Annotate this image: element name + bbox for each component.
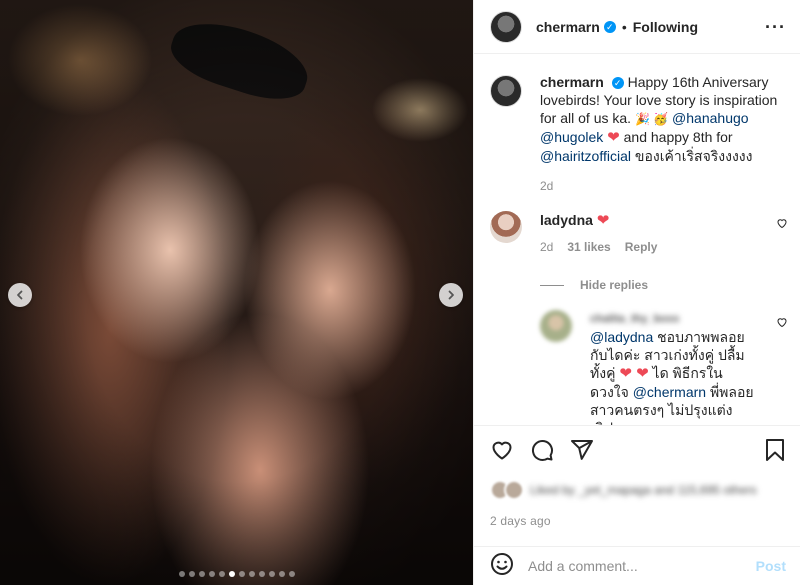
replier-username-blurred[interactable]: chalita_thy_boss (590, 310, 760, 328)
heart-icon[interactable] (490, 438, 514, 467)
verified-badge-icon: ✓ (603, 20, 616, 33)
caption-mention[interactable]: @hairitzofficial (540, 148, 631, 164)
carousel-dot (178, 571, 185, 577)
reply-item: chalita_thy_boss @ladydna ชอบภาพพลอยกับไ… (474, 310, 800, 425)
share-icon[interactable] (570, 438, 594, 467)
action-icons (490, 434, 786, 470)
heart-emoji: ❤ (596, 212, 610, 229)
carousel-dot (218, 571, 225, 577)
author-avatar[interactable] (490, 10, 522, 43)
carousel-dot (288, 571, 295, 577)
comment-like-heart-icon[interactable] (776, 217, 788, 232)
carousel-next-button[interactable] (439, 283, 463, 307)
caption-body: chermarn ✓ Happy 16th Aniversary lovebir… (540, 73, 780, 195)
likes-text-blurred[interactable]: Liked by _yet_mapaga and 115,695 others (530, 483, 757, 498)
carousel-dot (208, 571, 215, 577)
reply-body: chalita_thy_boss @ladydna ชอบภาพพลอยกับไ… (590, 310, 760, 425)
post-header: chermarn ✓ • Following ··· (474, 0, 800, 54)
bookmark-icon[interactable] (764, 438, 786, 467)
photo-vignette (0, 0, 473, 585)
verified-badge-icon: ✓ (611, 77, 624, 89)
caption-avatar[interactable] (490, 75, 522, 107)
post-comment-button[interactable]: Post (756, 558, 786, 574)
caption-mention[interactable]: @hanahugo (672, 110, 749, 126)
caption-text: ของเค้าเริ่สจริงงงงง (634, 148, 753, 164)
commenter-avatar[interactable] (490, 211, 522, 243)
comment-likes-count[interactable]: 31 likes (567, 238, 610, 256)
carousel-dot (278, 571, 285, 577)
post-timestamp[interactable]: 2 days ago (490, 514, 786, 528)
hide-replies-button[interactable]: Hide replies (540, 278, 800, 292)
more-horizontal-icon[interactable]: ··· (765, 18, 786, 36)
commenter-username[interactable]: ladydna (540, 212, 593, 228)
caption-mention[interactable]: @hugolek (540, 129, 603, 145)
author-username[interactable]: chermarn (536, 19, 600, 35)
comment-icon[interactable] (530, 438, 554, 467)
carousel-dot (258, 571, 265, 577)
chevron-left-icon (17, 290, 23, 300)
reply-button[interactable]: Reply (625, 238, 658, 256)
post-photo[interactable] (0, 0, 473, 585)
comment-item: ladydna ❤ 2d 31 likes Reply (474, 211, 800, 256)
likes-summary[interactable]: Liked by _yet_mapaga and 115,695 others (490, 480, 786, 500)
follow-status-button[interactable]: Following (633, 19, 698, 35)
caption-timestamp[interactable]: 2d (540, 177, 780, 195)
replier-avatar[interactable] (540, 310, 572, 342)
post-side-panel: chermarn ✓ • Following ··· chermarn ✓ Ha… (473, 0, 800, 585)
carousel-dot (268, 571, 275, 577)
carousel-indicator (0, 571, 473, 577)
header-separator: • (621, 18, 627, 35)
reply-mention[interactable]: @chermarn (633, 384, 706, 400)
carousel-dot (238, 571, 245, 577)
carousel-dot (188, 571, 195, 577)
heart-emojis: ❤ ❤ (619, 365, 649, 382)
liker-avatar (504, 480, 524, 500)
caption-emojis: 🎉 🥳 (634, 112, 669, 126)
carousel-dot (248, 571, 255, 577)
reply-mention[interactable]: @ladydna (590, 329, 653, 345)
reply-like-heart-icon[interactable] (776, 316, 788, 331)
chevron-right-icon (448, 290, 454, 300)
caption-text: and happy 8th for (623, 129, 733, 145)
comments-area[interactable]: chermarn ✓ Happy 16th Aniversary lovebir… (474, 55, 800, 425)
add-comment-bar: Post (474, 546, 800, 585)
post-caption: chermarn ✓ Happy 16th Aniversary lovebir… (474, 55, 800, 195)
carousel-dot (228, 571, 235, 577)
caption-username[interactable]: chermarn (540, 74, 604, 90)
post-actions: Liked by _yet_mapaga and 115,695 others … (474, 425, 800, 528)
comment-body: ladydna ❤ 2d 31 likes Reply (540, 211, 760, 256)
hide-replies-line (540, 284, 564, 286)
liker-avatars (490, 480, 524, 500)
comment-meta: 2d 31 likes Reply (540, 238, 760, 256)
carousel-prev-button[interactable] (8, 283, 32, 307)
hide-replies-label: Hide replies (580, 278, 649, 292)
comment-timestamp[interactable]: 2d (540, 238, 553, 256)
carousel-dot (198, 571, 205, 577)
heart-emoji: ❤ (607, 129, 620, 146)
add-comment-input[interactable] (528, 558, 756, 574)
emoji-smile-icon[interactable] (490, 552, 514, 581)
